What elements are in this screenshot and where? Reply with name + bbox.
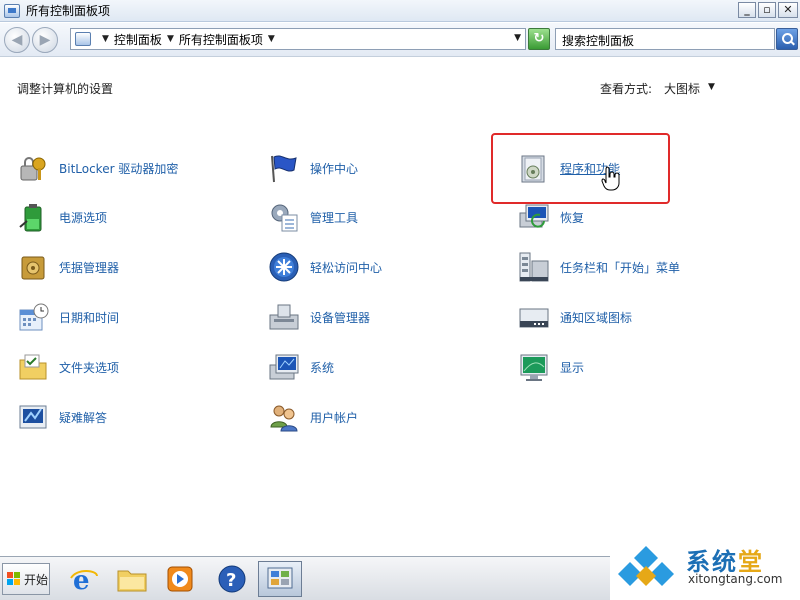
cp-item-action-center[interactable]: 操作中心 xyxy=(268,150,358,186)
cp-item-ease-of-access[interactable]: 轻松访问中心 xyxy=(268,249,382,285)
recovery-icon xyxy=(518,201,550,233)
cp-item-label[interactable]: BitLocker 驱动器加密 xyxy=(59,160,178,177)
start-button[interactable]: 开始 xyxy=(2,563,50,595)
minimize-button[interactable]: _ xyxy=(738,2,756,18)
page-title: 调整计算机的设置 xyxy=(17,82,114,96)
user-accounts-icon xyxy=(268,401,300,433)
navigation-buttons: ◀ ▶ xyxy=(4,27,60,53)
flag-icon xyxy=(268,152,300,184)
programs-features-icon xyxy=(518,152,550,184)
cp-item-user-accounts[interactable]: 用户帐户 xyxy=(268,399,358,435)
control-panel-icon xyxy=(75,32,91,46)
breadcrumb-arrow-icon[interactable]: ▼ xyxy=(102,34,109,44)
cp-item-device-manager[interactable]: 设备管理器 xyxy=(268,299,370,335)
cp-item-label[interactable]: 设备管理器 xyxy=(310,309,370,326)
hand-cursor-icon xyxy=(601,165,621,191)
diamond-logo-icon xyxy=(618,544,674,592)
ease-of-access-icon xyxy=(268,251,300,283)
window-controls: _ ▫ ✕ xyxy=(738,2,798,18)
watermark: 系统堂 xitongtang.com xyxy=(610,536,800,600)
breadcrumb-arrow-icon[interactable]: ▼ xyxy=(167,34,174,44)
cp-item-label[interactable]: 显示 xyxy=(560,359,584,376)
cp-item-label[interactable]: 恢复 xyxy=(560,209,584,226)
chevron-down-icon[interactable]: ▼ xyxy=(708,82,715,92)
view-by-dropdown[interactable]: 大图标 xyxy=(664,80,700,97)
notification-area-icon xyxy=(518,301,550,333)
windows-explorer-icon[interactable] xyxy=(110,561,154,597)
help-icon[interactable]: ? xyxy=(210,561,254,597)
cp-item-folder-options[interactable]: 文件夹选项 xyxy=(17,349,119,385)
system-icon xyxy=(268,351,300,383)
key-lock-icon xyxy=(17,152,49,184)
cp-item-label[interactable]: 通知区域图标 xyxy=(560,309,632,326)
cp-item-label[interactable]: 凭据管理器 xyxy=(59,259,119,276)
cp-item-label[interactable]: 操作中心 xyxy=(310,160,358,177)
cp-item-admin-tools[interactable]: 管理工具 xyxy=(268,199,358,235)
windows-logo-icon xyxy=(7,572,21,586)
battery-icon xyxy=(17,201,49,233)
cp-item-taskbar-start-menu[interactable]: 任务栏和「开始」菜单 xyxy=(518,249,680,285)
cp-item-label[interactable]: 系统 xyxy=(310,359,334,376)
search-input[interactable]: 搜索控制面板 xyxy=(555,28,775,50)
start-label: 开始 xyxy=(24,572,49,587)
svg-text:?: ? xyxy=(226,570,236,591)
address-bar: ◀ ▶ ▼ 控制面板 ▼ 所有控制面板项 ▼ ▼ ↻ 搜索控制面板 xyxy=(0,23,800,57)
calendar-clock-icon xyxy=(17,301,49,333)
cp-item-label[interactable]: 用户帐户 xyxy=(310,409,358,426)
close-button[interactable]: ✕ xyxy=(778,2,798,18)
internet-explorer-icon[interactable]: e xyxy=(62,561,106,597)
cp-item-date-time[interactable]: 日期和时间 xyxy=(17,299,119,335)
control-panel-icon[interactable] xyxy=(258,561,302,597)
breadcrumb[interactable]: ▼ 控制面板 ▼ 所有控制面板项 ▼ ▼ xyxy=(70,28,526,50)
title-bar: 所有控制面板项 _ ▫ ✕ xyxy=(0,0,800,22)
refresh-button[interactable]: ↻ xyxy=(528,28,550,50)
cp-item-power-options[interactable]: 电源选项 xyxy=(17,199,107,235)
control-panel-icon xyxy=(4,3,20,18)
cp-item-label[interactable]: 疑难解答 xyxy=(59,409,107,426)
maximize-button[interactable]: ▫ xyxy=(758,2,776,18)
cp-item-label[interactable]: 任务栏和「开始」菜单 xyxy=(560,259,680,276)
display-icon xyxy=(518,351,550,383)
cp-item-system[interactable]: 系统 xyxy=(268,349,334,385)
search-icon[interactable] xyxy=(776,28,798,50)
view-by-label: 查看方式: xyxy=(600,82,653,96)
taskbar-icon xyxy=(518,251,550,283)
watermark-url: xitongtang.com xyxy=(688,572,783,586)
forward-button[interactable]: ▶ xyxy=(32,27,58,53)
cp-item-label[interactable]: 轻松访问中心 xyxy=(310,259,382,276)
cp-item-notification-icons[interactable]: 通知区域图标 xyxy=(518,299,632,335)
breadcrumb-arrow-icon[interactable]: ▼ xyxy=(268,34,275,44)
cp-item-label[interactable]: 管理工具 xyxy=(310,209,358,226)
cp-item-recovery[interactable]: 恢复 xyxy=(518,199,584,235)
cp-item-label[interactable]: 日期和时间 xyxy=(59,309,119,326)
breadcrumb-all-items[interactable]: 所有控制面板项 xyxy=(179,31,263,48)
cp-item-label[interactable]: 电源选项 xyxy=(59,209,107,226)
media-player-icon[interactable] xyxy=(158,561,202,597)
troubleshoot-icon xyxy=(17,401,49,433)
cp-item-troubleshooting[interactable]: 疑难解答 xyxy=(17,399,107,435)
credential-vault-icon xyxy=(17,251,49,283)
folder-options-icon xyxy=(17,351,49,383)
cp-item-credential-manager[interactable]: 凭据管理器 xyxy=(17,249,119,285)
cp-item-label[interactable]: 文件夹选项 xyxy=(59,359,119,376)
cp-item-display[interactable]: 显示 xyxy=(518,349,584,385)
admin-tools-icon xyxy=(268,201,300,233)
device-manager-icon xyxy=(268,301,300,333)
window-title: 所有控制面板项 xyxy=(26,4,111,18)
back-button[interactable]: ◀ xyxy=(4,27,30,53)
address-dropdown-icon[interactable]: ▼ xyxy=(514,33,521,43)
cp-item-bitlocker[interactable]: BitLocker 驱动器加密 xyxy=(17,150,178,186)
breadcrumb-control-panel[interactable]: 控制面板 xyxy=(114,31,162,48)
